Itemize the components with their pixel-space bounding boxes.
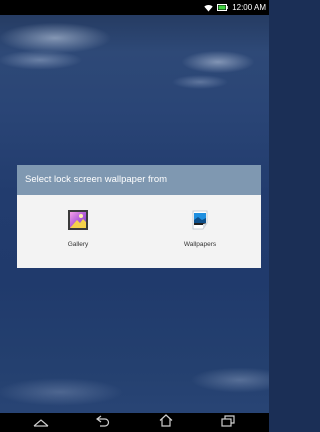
wallpapers-label: Wallpapers: [183, 241, 217, 248]
collapse-button[interactable]: [27, 413, 55, 432]
select-wallpaper-dialog: Select lock screen wallpaper from Galler…: [17, 165, 261, 268]
collapse-icon: [33, 414, 49, 432]
battery-icon: [217, 4, 228, 11]
home-button[interactable]: [152, 413, 180, 432]
recent-apps-button[interactable]: [214, 413, 242, 432]
home-icon: [159, 413, 173, 432]
status-bar: 12:00 AM: [0, 0, 269, 15]
back-button[interactable]: [89, 413, 117, 432]
wallpapers-option[interactable]: Wallpapers: [139, 195, 261, 268]
back-icon: [96, 414, 110, 432]
wifi-icon: [204, 4, 213, 12]
gallery-option[interactable]: Gallery: [17, 195, 139, 268]
status-time: 12:00 AM: [232, 3, 266, 12]
recent-apps-icon: [221, 414, 235, 432]
wallpapers-icon: [189, 209, 211, 236]
wallpaper-source-options: Gallery Wallpapers: [17, 195, 261, 268]
dialog-title: Select lock screen wallpaper from: [17, 165, 261, 195]
gallery-icon: [67, 209, 89, 236]
gallery-label: Gallery: [67, 241, 89, 248]
navigation-bar: [0, 413, 269, 432]
